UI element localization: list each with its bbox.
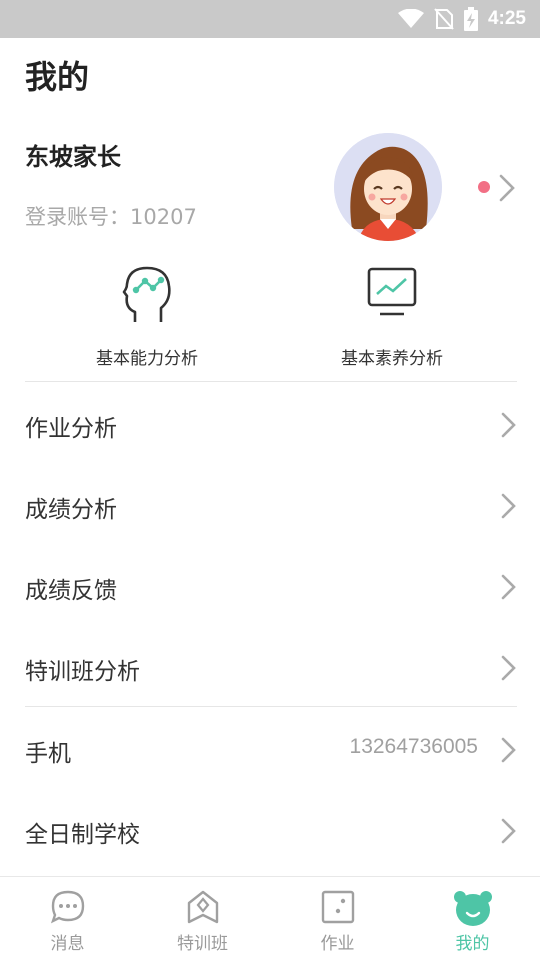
chevron-right-icon [501,412,516,438]
phone-number-value: 13264736005 [349,735,478,758]
literacy-analysis-button[interactable]: 基本素养分析 [292,258,492,378]
tab-homework[interactable]: 作业 [270,877,405,961]
dice-icon [321,890,354,924]
tab-label: 特训班 [177,934,228,954]
chevron-right-icon [501,737,516,763]
battery-charging-icon [463,7,478,31]
menu-item-label: 手机 [25,741,71,767]
menu-item-score-analysis[interactable]: 成绩分析 [0,464,540,545]
menu-item-label: 成绩分析 [25,497,117,523]
house-diamond-icon [187,890,218,924]
page-title: 我的 [25,58,90,96]
menu-item-phone[interactable]: 手机 13264736005 [0,708,540,789]
menu-item-homework-analysis[interactable]: 作业分析 [0,383,540,464]
avatar-girl-icon [334,133,442,241]
menu-item-label: 成绩反馈 [25,578,117,604]
no-sim-icon [434,8,454,30]
menu-item-label: 特训班分析 [25,659,140,685]
tab-mine[interactable]: 我的 [405,877,540,961]
status-bar: 4:25 [0,0,540,38]
profile-account: 登录账号：10207 [25,205,197,229]
profile-card[interactable]: 东坡家长 登录账号：10207 [0,125,540,245]
chevron-right-icon [501,574,516,600]
wifi-icon [397,9,424,28]
tab-training-class[interactable]: 特训班 [135,877,270,961]
tab-label: 消息 [50,934,85,954]
tab-label: 我的 [455,934,490,954]
tab-label: 作业 [320,934,355,954]
monitor-chart-icon [367,267,417,316]
notification-dot [478,181,490,193]
status-time: 4:25 [487,8,526,29]
menu-item-label: 全日制学校 [25,822,140,848]
chevron-right-icon [501,818,516,844]
chevron-right-icon [501,655,516,681]
profile-name: 东坡家长 [25,143,121,171]
menu-item-fulltime-school[interactable]: 全日制学校 [0,789,540,870]
bottom-tab-bar: 消息 特训班 作业 我的 [0,876,540,960]
divider [25,381,517,382]
analysis-label: 基本素养分析 [341,349,443,369]
menu-item-score-feedback[interactable]: 成绩反馈 [0,545,540,626]
chat-bubble-icon [50,890,84,924]
chevron-right-icon[interactable] [498,173,516,203]
divider [25,706,517,707]
ability-analysis-button[interactable]: 基本能力分析 [47,258,247,378]
chevron-right-icon [501,493,516,519]
analysis-label: 基本能力分析 [96,349,198,369]
tab-messages[interactable]: 消息 [0,877,135,961]
avatar[interactable] [334,133,442,241]
brain-chart-icon [122,266,171,322]
menu-item-label: 作业分析 [25,416,117,442]
menu-item-training-class-analysis[interactable]: 特训班分析 [0,626,540,707]
analysis-section: 基本能力分析 基本素养分析 [0,258,540,380]
bear-face-icon [453,891,492,926]
